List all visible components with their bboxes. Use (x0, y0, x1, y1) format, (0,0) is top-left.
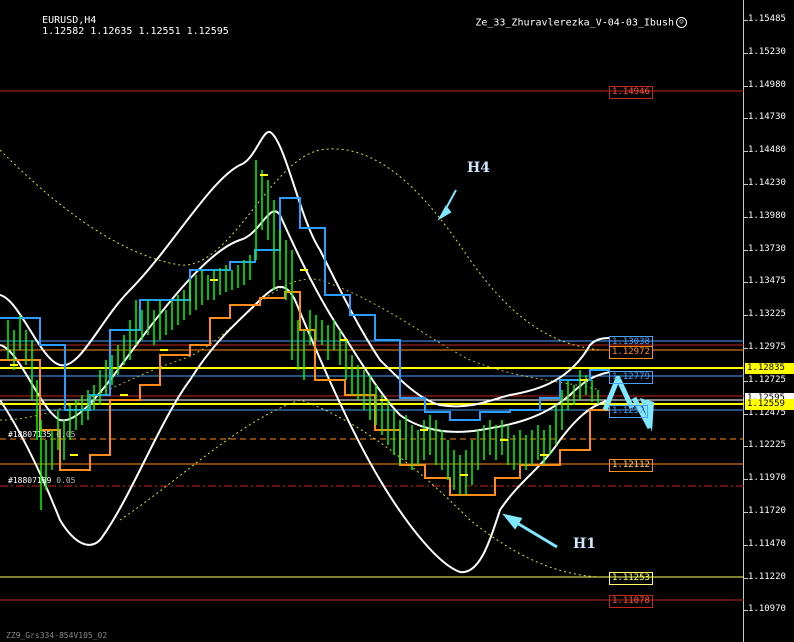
price-tick-label: 1.14730 (748, 112, 786, 123)
ohlc-values: 1.12582 1.12635 1.12551 1.12595 (42, 26, 229, 37)
level-label-blue-3: 1.1257 (609, 405, 648, 418)
arrow-icon-h1 (502, 513, 558, 549)
smiley-icon[interactable]: ☺ (676, 17, 687, 28)
annotation-h1: H1 (573, 536, 596, 552)
price-tick-label: 1.10970 (748, 604, 786, 615)
footer-indicator-text: ZZ9_Grs334-854V105_02 (6, 631, 108, 640)
price-tick-label: 1.11720 (748, 506, 786, 516)
price-label-highlight-2: 1.12559 (745, 399, 794, 410)
annotation-h4: H4 (467, 160, 490, 176)
order-label-b: #18807139 0.05 (8, 476, 76, 485)
price-scale[interactable]: 1.15485 1.15230 1.14980 1.14730 1.14480 1.142… (744, 0, 794, 642)
price-tick-label: 1.15485 (748, 14, 786, 24)
price-tick-label: 1.12725 (748, 374, 786, 385)
order-label-a: #18807135 0.05 (8, 430, 76, 439)
h4-envelope-lower (119, 399, 601, 578)
level-label-blue-2: 1.12779 (609, 371, 653, 384)
level-label-orange-low: 1.12112 (609, 459, 653, 472)
expert-advisor[interactable]: Ze_33_Zhuravlerezka_V-04-03_Ibush ☺ (439, 6, 687, 40)
price-tick-label: 1.13225 (748, 309, 786, 320)
price-tick-label: 1.13475 (748, 276, 786, 287)
price-tick-label: 1.11970 (748, 473, 786, 484)
level-label-red-low: 1.11078 (609, 595, 653, 608)
arrow-icon-h4 (437, 189, 457, 221)
price-tick-label: 1.15230 (748, 46, 786, 57)
plot-area[interactable]: EURUSD,H4 1.12582 1.12635 1.12551 1.1259… (0, 0, 744, 642)
price-tick-label: 1.13980 (748, 210, 786, 221)
price-tick-label: 1.14230 (748, 178, 786, 188)
price-tick-label: 1.13730 (748, 243, 786, 254)
level-label-red-top: 1.14946 (609, 86, 653, 99)
price-tick-label: 1.12225 (748, 440, 786, 451)
blue-step-channel (0, 197, 610, 421)
expert-name: Ze_33_Zhuravlerezka_V-04-03_Ibush (475, 17, 674, 29)
chart-window[interactable]: EURUSD,H4 1.12582 1.12635 1.12551 1.1259… (0, 0, 794, 642)
price-tick-label: 1.11220 (748, 571, 786, 582)
price-tick-label: 1.11470 (748, 538, 786, 549)
chart-title: EURUSD,H4 1.12582 1.12635 1.12551 1.1259… (6, 4, 229, 48)
symbol-timeframe: EURUSD,H4 (42, 15, 97, 26)
price-label-highlight: 1.12835 (745, 363, 794, 374)
price-tick-label: 1.12975 (748, 342, 786, 352)
level-label-yellow-low: 1.11253 (609, 572, 653, 585)
price-tick-label: 1.14480 (748, 145, 786, 156)
level-label-orange-1: 1.12972 (609, 346, 653, 359)
price-tick-label: 1.14980 (748, 79, 786, 90)
